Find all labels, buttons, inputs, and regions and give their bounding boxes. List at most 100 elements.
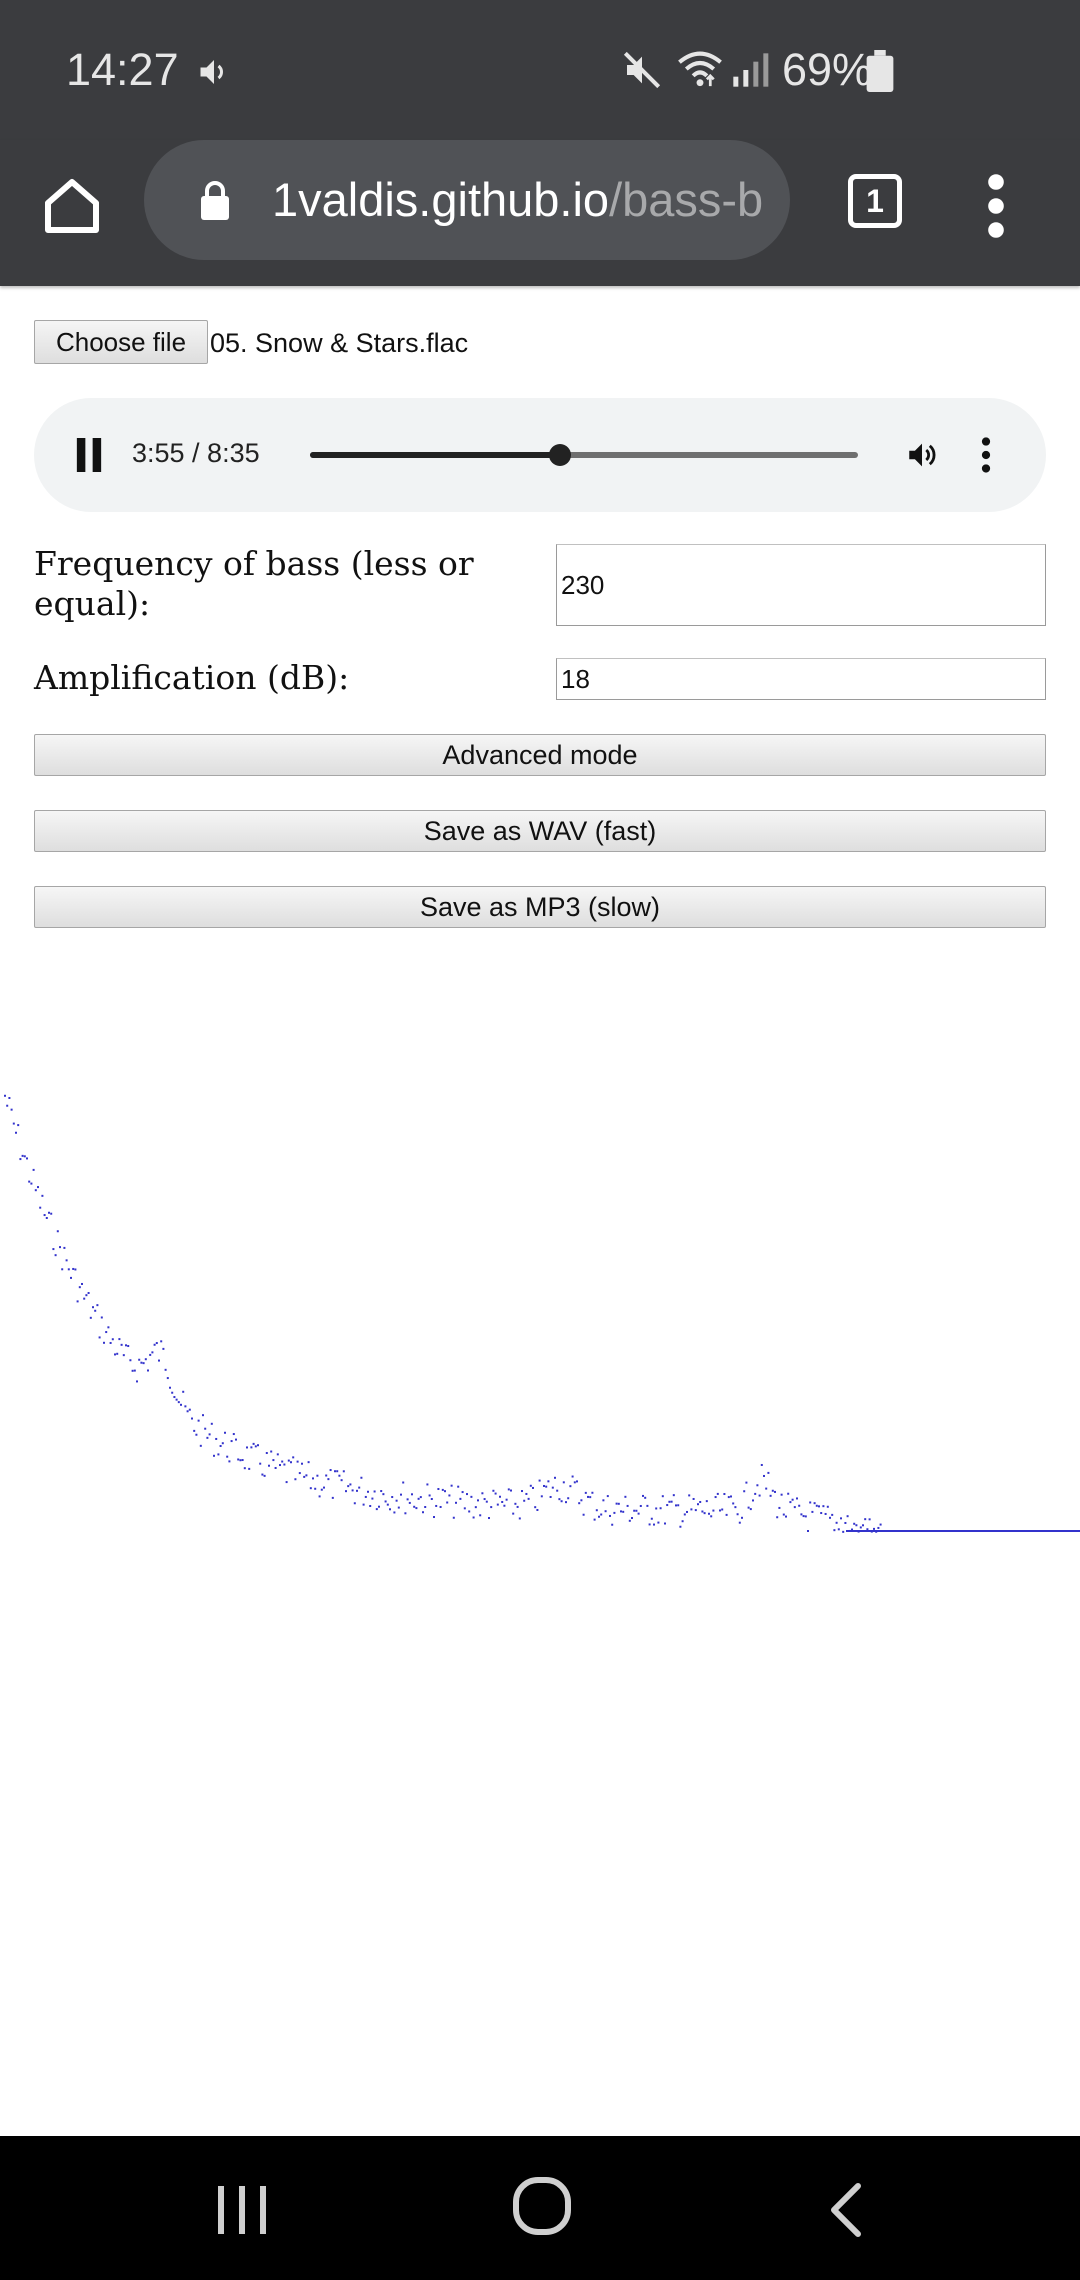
spectrum-dot bbox=[180, 1403, 182, 1406]
spectrum-dot bbox=[430, 1498, 433, 1501]
spectrum-dot bbox=[791, 1498, 794, 1501]
spectrum-dot bbox=[184, 1405, 187, 1408]
spectrum-dot bbox=[252, 1442, 255, 1445]
address-bar[interactable]: 1valdis.github.io/bass-b bbox=[144, 140, 790, 260]
spectrum-dot bbox=[8, 1096, 11, 1099]
spectrum-dot bbox=[477, 1499, 479, 1502]
choose-file-button[interactable]: Choose file bbox=[34, 320, 208, 364]
amplification-input[interactable] bbox=[556, 658, 1046, 700]
spectrum-dot bbox=[210, 1422, 213, 1425]
spectrum-dot bbox=[496, 1503, 499, 1506]
spectrum-dot bbox=[635, 1509, 638, 1512]
spectrum-dot bbox=[457, 1485, 460, 1488]
spectrum-dot bbox=[494, 1492, 497, 1495]
home-icon[interactable] bbox=[36, 170, 108, 242]
mute-icon bbox=[623, 51, 661, 89]
spectrum-dot bbox=[763, 1474, 765, 1477]
spectrum-dot bbox=[17, 1124, 20, 1127]
spectrum-dot bbox=[437, 1488, 440, 1491]
spectrum-dot bbox=[375, 1508, 378, 1511]
spectrum-dot bbox=[459, 1497, 462, 1500]
back-icon[interactable] bbox=[818, 2180, 874, 2240]
spectrum-dot bbox=[738, 1521, 741, 1524]
spectrum-dot bbox=[523, 1499, 526, 1502]
spectrum-dot bbox=[235, 1438, 237, 1441]
spectrum-dot bbox=[298, 1472, 301, 1475]
spectrum-dot bbox=[140, 1361, 143, 1364]
spectrum-dot bbox=[637, 1512, 640, 1515]
spectrum-dot bbox=[736, 1513, 739, 1516]
spectrum-dot bbox=[708, 1512, 710, 1515]
spectrum-dot bbox=[796, 1497, 798, 1500]
spectrum-dot bbox=[100, 1316, 103, 1319]
url-host: 1valdis.github.io bbox=[272, 173, 610, 226]
bass-frequency-input[interactable] bbox=[556, 544, 1046, 626]
spectrum-dot bbox=[657, 1521, 660, 1524]
spectrum-dot bbox=[798, 1504, 801, 1507]
recents-icon[interactable] bbox=[210, 2182, 274, 2238]
spectrum-dot bbox=[538, 1479, 541, 1482]
spectrum-dot bbox=[309, 1487, 312, 1490]
spectrum-dot bbox=[659, 1507, 662, 1510]
tab-switcher-button[interactable]: 1 bbox=[848, 174, 902, 228]
spectrum-dot bbox=[85, 1294, 88, 1297]
spectrum-dot bbox=[873, 1527, 875, 1530]
spectrum-dot bbox=[646, 1504, 649, 1507]
spectrum-dot bbox=[118, 1338, 121, 1341]
spectrum-dot bbox=[402, 1481, 405, 1484]
url-text[interactable]: 1valdis.github.io/bass-b bbox=[272, 172, 772, 227]
volume-icon[interactable] bbox=[904, 438, 940, 472]
spectrum-dot bbox=[811, 1510, 814, 1513]
spectrum-dot bbox=[164, 1368, 167, 1371]
spectrum-dot bbox=[710, 1515, 713, 1518]
spectrum-dot bbox=[846, 1515, 849, 1518]
spectrum-dot bbox=[380, 1490, 383, 1493]
pause-icon[interactable] bbox=[74, 438, 104, 472]
spectrum-dot bbox=[389, 1508, 391, 1511]
seek-thumb[interactable] bbox=[549, 444, 572, 466]
spectrum-dot bbox=[45, 1216, 48, 1219]
spectrum-dot bbox=[769, 1494, 772, 1497]
spectrum-dot bbox=[63, 1246, 66, 1249]
spectrum-dot bbox=[587, 1495, 589, 1498]
spectrum-dot bbox=[369, 1504, 372, 1507]
spectrum-dot bbox=[800, 1513, 803, 1516]
spectrum-dot bbox=[732, 1502, 735, 1505]
spectrum-dot bbox=[360, 1476, 363, 1479]
spectrum-dot bbox=[439, 1505, 442, 1508]
spectrum-dot bbox=[290, 1461, 292, 1464]
spectrum-dot bbox=[780, 1493, 783, 1496]
advanced-mode-button[interactable]: Advanced mode bbox=[34, 734, 1046, 776]
spectrum-dot bbox=[631, 1517, 633, 1520]
spectrum-dot bbox=[162, 1347, 165, 1350]
spectrum-dot bbox=[292, 1456, 295, 1459]
spectrum-dot bbox=[56, 1230, 59, 1233]
spectrum-dot bbox=[373, 1490, 376, 1493]
more-vert-icon[interactable] bbox=[972, 170, 1020, 242]
save-wav-button[interactable]: Save as WAV (fast) bbox=[34, 810, 1046, 852]
spectrum-dot bbox=[725, 1513, 728, 1516]
spectrum-dot bbox=[613, 1511, 616, 1514]
spectrum-dot bbox=[428, 1494, 431, 1497]
spectrum-dot bbox=[404, 1512, 407, 1515]
spectrum-dot bbox=[765, 1487, 768, 1490]
spectrum-dot bbox=[195, 1433, 198, 1436]
spectrum-dot bbox=[741, 1516, 743, 1519]
spectrum-dot bbox=[424, 1506, 427, 1509]
spectrum-dot bbox=[243, 1467, 246, 1470]
spectrum-dot bbox=[655, 1507, 658, 1510]
spectrum-dot bbox=[672, 1494, 675, 1497]
spectrum-dot bbox=[470, 1495, 473, 1498]
player-more-icon[interactable] bbox=[978, 436, 994, 474]
seek-slider[interactable] bbox=[310, 444, 858, 466]
save-mp3-button[interactable]: Save as MP3 (slow) bbox=[34, 886, 1046, 928]
spectrum-dot bbox=[703, 1512, 706, 1515]
spectrum-dot bbox=[116, 1352, 119, 1355]
spectrum-dot bbox=[320, 1488, 323, 1491]
spectrum-dot bbox=[582, 1513, 585, 1516]
spectrum-dot bbox=[169, 1386, 171, 1389]
home-nav-icon[interactable] bbox=[510, 2174, 574, 2238]
spectrum-dot bbox=[813, 1502, 816, 1505]
spectrum-dot bbox=[34, 1189, 37, 1192]
spectrum-dot bbox=[793, 1506, 796, 1509]
